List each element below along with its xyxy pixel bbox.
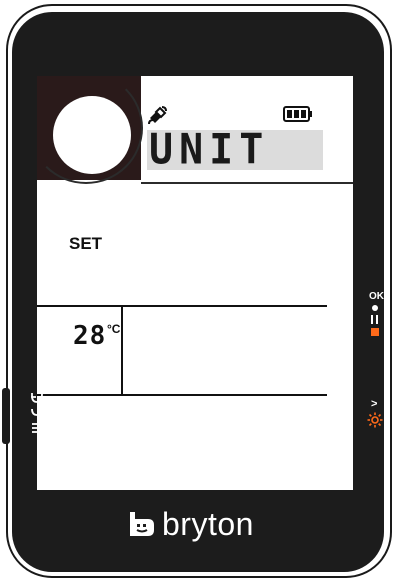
temperature-value: 28 bbox=[73, 321, 107, 351]
next-button-label[interactable]: > bbox=[371, 398, 377, 410]
brand-name: bryton bbox=[162, 506, 254, 542]
bryton-logo-icon bbox=[130, 512, 154, 536]
set-label: SET bbox=[69, 234, 103, 253]
menu-back-icon[interactable] bbox=[29, 388, 45, 436]
record-dot-icon bbox=[372, 305, 378, 311]
brand-logo: bryton bbox=[128, 508, 254, 540]
temperature-unit: °C bbox=[107, 322, 121, 336]
data-field-divider-top bbox=[37, 305, 327, 307]
ok-button-label[interactable]: OK bbox=[369, 291, 384, 302]
pause-icon bbox=[371, 315, 379, 324]
page-title: UNIT bbox=[149, 125, 270, 175]
stop-icon bbox=[371, 328, 379, 336]
left-side-button[interactable] bbox=[2, 388, 10, 444]
backlight-icon bbox=[367, 412, 383, 428]
screen: UNIT SET 28 °C bbox=[37, 76, 353, 490]
header-divider bbox=[141, 182, 353, 184]
data-field-divider-bottom bbox=[37, 394, 327, 396]
satellite-icon bbox=[148, 106, 167, 125]
data-field-divider-vertical bbox=[121, 307, 123, 394]
battery-icon bbox=[283, 106, 312, 122]
